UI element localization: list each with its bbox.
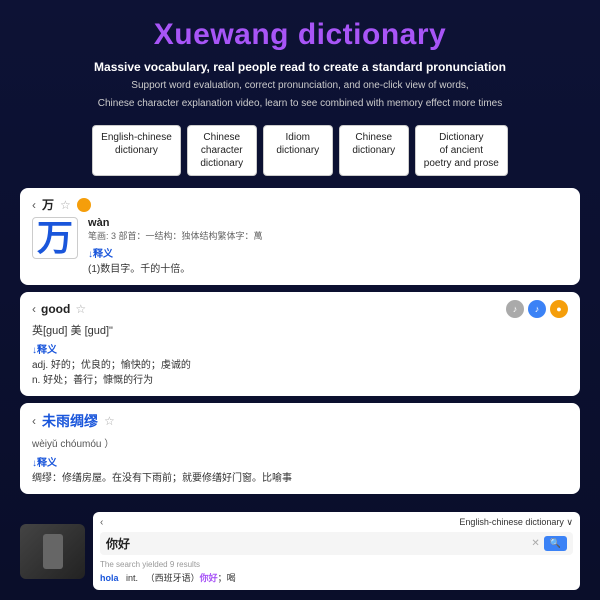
subtitle1: Support word evaluation, correct pronunc…: [131, 79, 468, 93]
tab-idiom[interactable]: Idiomdictionary: [263, 125, 333, 176]
card2-section-label: ↓释义: [32, 341, 568, 356]
card2-def-adj: adj. 好的；优良的；愉快的；虔诚的: [32, 358, 568, 373]
card-idiom: ‹ 未雨绸缪 ☆ wèiyǔ chóumóu ） ↓释义 绸缪：修缮房屋。在没有…: [20, 403, 580, 494]
card2-bookmark-icon[interactable]: ●: [550, 300, 568, 318]
device-search-row: 你好 ✕ 🔍: [100, 532, 573, 555]
card3-star[interactable]: ☆: [104, 414, 115, 428]
card3-back[interactable]: ‹: [32, 414, 36, 428]
card-good: ‹ good ☆ ♪ ♪ ● 英[ɡud] 美 [ɡud]" ↓释义 adj. …: [20, 292, 580, 396]
card2-phonetic: 英[ɡud] 美 [ɡud]": [32, 322, 568, 338]
card-chinese-char: ‹ 万 ☆ 万 wàn 笔画: 3 部首：一结构：独体结构繁体字：萬 ↓释义 (…: [20, 188, 580, 285]
card3-pinyin: wèiyǔ chóumóu ）: [32, 435, 568, 450]
device-search-btn[interactable]: 🔍: [544, 536, 567, 551]
main-title: Xuewang dictionary: [154, 18, 446, 52]
card2-star[interactable]: ☆: [75, 302, 86, 316]
card1-body: 万 wàn 笔画: 3 部首：一结构：独体结构繁体字：萬 ↓释义 (1)数目字。…: [32, 217, 568, 277]
card3-definition: 绸缪：修缮房屋。在没有下雨前；就要修缮好门窗。比喻事: [32, 471, 568, 486]
device-clear-btn[interactable]: ✕: [531, 538, 539, 549]
device-result-info: The search yielded 9 results: [100, 560, 573, 569]
card1-header: ‹ 万 ☆: [32, 196, 568, 213]
device-pen: [43, 534, 63, 569]
card1-tag: [77, 198, 91, 212]
card1-char-big: 万: [32, 217, 78, 259]
tab-ancient-poetry[interactable]: Dictionaryof ancientpoetry and prose: [415, 125, 508, 176]
tab-chinese-character[interactable]: Chinesecharacterdictionary: [187, 125, 257, 176]
card1-strokes: 笔画: 3 部首：一结构：独体结构繁体字：萬: [88, 229, 568, 242]
card1-char-info: wàn 笔画: 3 部首：一结构：独体结构繁体字：萬 ↓释义 (1)数目字。千的…: [88, 217, 568, 277]
device-result-highlight: 你好: [200, 573, 218, 583]
subtitle2: Chinese character explanation video, lea…: [98, 97, 502, 111]
device-screen-header: ‹ English-chinese dictionary ∨: [100, 517, 573, 528]
device-search-text: 你好: [106, 535, 527, 552]
device-screen: ‹ English-chinese dictionary ∨ 你好 ✕ 🔍 Th…: [93, 512, 580, 590]
card1-definition: (1)数目字。千的十倍。: [88, 262, 568, 277]
card2-audio-en-icon[interactable]: ♪: [506, 300, 524, 318]
card1-star[interactable]: ☆: [60, 198, 71, 212]
tab-english-chinese[interactable]: English-chinesedictionary: [92, 125, 181, 176]
card1-pinyin: wàn: [88, 217, 568, 229]
device-body: [20, 524, 85, 579]
card2-icons: ♪ ♪ ●: [506, 300, 568, 318]
device-result-detail: （西班牙语）你好；喝: [146, 573, 236, 583]
subtitle-bold: Massive vocabulary, real people read to …: [94, 60, 506, 74]
device-result-row: hola int. （西班牙语）你好；喝: [100, 572, 573, 585]
device-result-pos: int.: [126, 573, 138, 583]
cards-area: ‹ 万 ☆ 万 wàn 笔画: 3 部首：一结构：独体结构繁体字：萬 ↓释义 (…: [20, 188, 580, 506]
device-back-btn[interactable]: ‹: [100, 517, 103, 528]
card3-idiom: 未雨绸缪: [42, 411, 98, 431]
device-result-word: hola: [100, 573, 119, 583]
card2-audio-us-icon[interactable]: ♪: [528, 300, 546, 318]
device-area: ‹ English-chinese dictionary ∨ 你好 ✕ 🔍 Th…: [20, 512, 580, 590]
card2-def-n: n. 好处；善行；慷慨的行为: [32, 373, 568, 388]
tab-chinese[interactable]: Chinesedictionary: [339, 125, 409, 176]
card2-header: ‹ good ☆ ♪ ♪ ●: [32, 300, 568, 318]
card2-back[interactable]: ‹: [32, 302, 36, 316]
card1-section-label: ↓释义: [88, 245, 568, 260]
card1-back[interactable]: ‹: [32, 198, 36, 212]
card3-section-label: ↓释义: [32, 454, 568, 469]
card3-header: ‹ 未雨绸缪 ☆: [32, 411, 568, 431]
tabs-row: English-chinesedictionary Chinesecharact…: [92, 125, 508, 176]
card2-word: good: [41, 302, 70, 316]
page: Xuewang dictionary Massive vocabulary, r…: [0, 0, 600, 600]
device-dict-label: English-chinese dictionary ∨: [459, 517, 573, 528]
card1-word: 万: [42, 196, 54, 213]
